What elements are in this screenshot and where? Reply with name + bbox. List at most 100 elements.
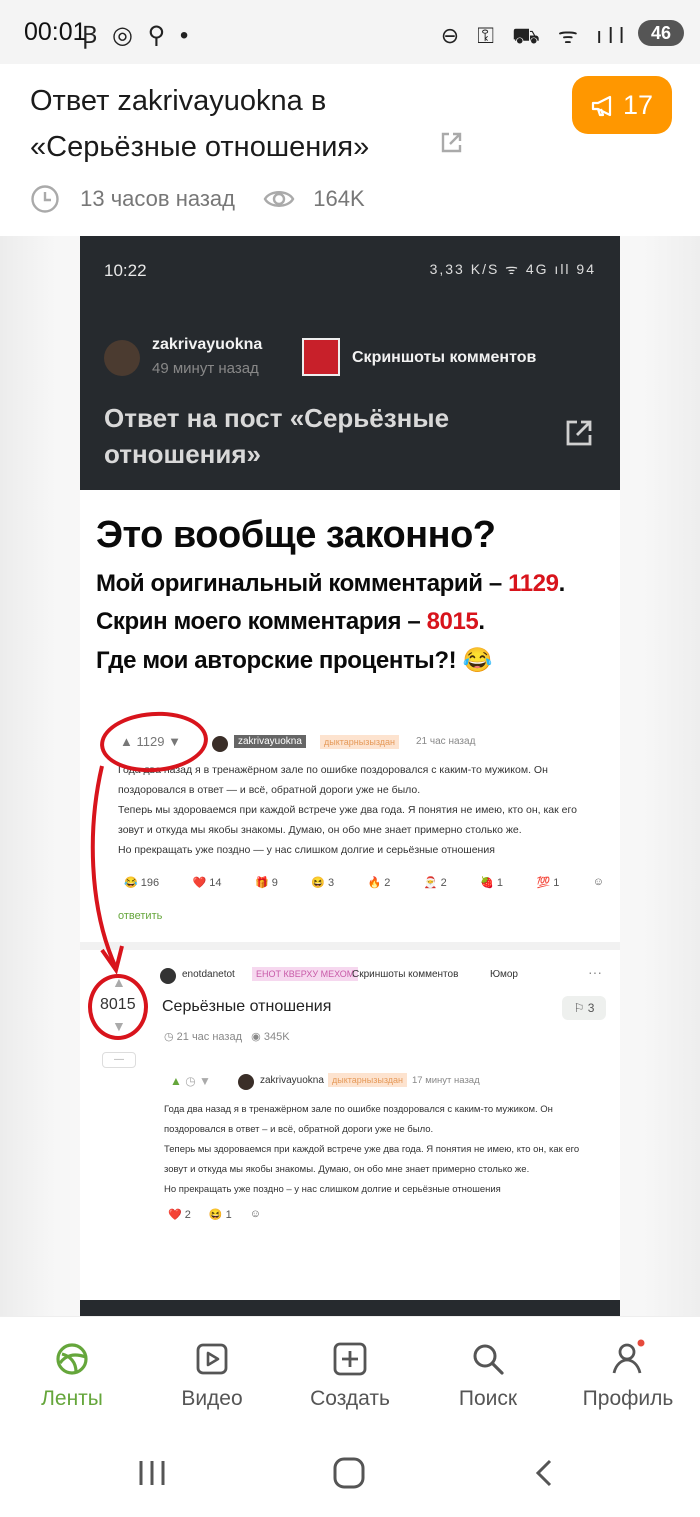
inner-line: Года два назад я в тренажёрном зале по о… <box>164 1104 553 1115</box>
search-icon <box>473 1344 504 1375</box>
video-icon <box>196 1343 228 1375</box>
create-icon <box>333 1342 367 1376</box>
screenshot-post: enotdanetot ЕНОТ КВЕРХУ МЕХОМ Скриншоты … <box>150 958 616 1298</box>
comment-line: Но прекращать уже поздно — у нас слишком… <box>118 844 495 856</box>
divider <box>80 942 620 950</box>
reaction: 🎁 9 <box>254 877 278 889</box>
reaction: 🎅 2 <box>423 877 447 889</box>
inner-text: Года два назад я в тренажёрном зале по о… <box>164 1100 614 1200</box>
post-meta: 13 часов назад 164K <box>30 184 365 214</box>
recent-apps-icon[interactable] <box>136 1458 168 1488</box>
nav-create[interactable]: Создать <box>280 1317 420 1429</box>
comment-reactions: 😂 196 ❤️ 14 🎁 9 😆 3 🔥 2 🎅 2 🍓 1 💯 1 ☺ <box>124 876 604 889</box>
inner-vote: ▲ ◷ ▼ <box>170 1074 211 1088</box>
external-link-icon <box>566 420 592 446</box>
comment-line: Теперь мы здороваемся при каждой встрече… <box>118 804 577 816</box>
screenshot-bottom <box>80 1300 620 1316</box>
comment-line: Года два назад я в тренажёрном зале по о… <box>118 764 548 776</box>
nav-feeds[interactable]: Ленты <box>2 1317 142 1429</box>
back-icon[interactable] <box>532 1458 556 1488</box>
system-icons: ⊖ ⚿ ⛟ ᯤ ıll <box>440 23 630 48</box>
author-avatar <box>104 340 140 376</box>
inner-tag: дыктарнызыздан <box>328 1073 407 1087</box>
meme-line-1: Мой оригинальный комментарий – 1129. <box>96 570 565 597</box>
post-content: 10:22 3,33 K/S ᯤ 4G ıll 94 zakrivayuokna… <box>0 236 700 1316</box>
system-navigation <box>0 1428 700 1517</box>
meme-line-2: Скрин моего комментария – 8015. <box>96 608 485 635</box>
comment-time: 21 час назад <box>416 736 476 747</box>
reaction: ❤️ 14 <box>192 877 222 889</box>
status-time: 00:01 <box>24 18 87 46</box>
post2-comments-count: 3 <box>587 1001 595 1015</box>
megaphone-icon <box>591 95 612 117</box>
nav-video[interactable]: Видео <box>142 1317 282 1429</box>
reaction: 🍓 1 <box>480 877 504 889</box>
nav-search[interactable]: Поиск <box>418 1317 558 1429</box>
reaction: 🔥 2 <box>367 877 391 889</box>
inner-line: Но прекращать уже поздно – у нас слишком… <box>164 1184 501 1195</box>
add-reaction-icon: ☺ <box>592 876 604 888</box>
comments-count: 17 <box>622 90 654 120</box>
screenshot-time: 10:22 <box>104 261 147 280</box>
reaction: 💯 1 <box>536 877 560 889</box>
inner-line: зовут и откуда мы якобы знакомы. Думаю, … <box>164 1164 530 1175</box>
nav-label: Профиль <box>582 1387 674 1410</box>
comment-avatar <box>212 736 228 752</box>
meme-line-2-text: Скрин моего комментария – <box>96 608 427 635</box>
comment-author: zakrivayuokna <box>234 735 306 748</box>
screenshot-community: Скриншоты комментов <box>352 349 537 366</box>
feed-icon <box>56 1343 88 1375</box>
meme-headline: Это вообще законно? <box>96 514 496 556</box>
eye-icon <box>263 191 295 207</box>
post-header: Ответ zakrivayuokna в «Серьёзные отношен… <box>0 64 700 236</box>
clock-icon <box>31 185 59 213</box>
inner-author: zakrivayuokna <box>260 1075 324 1086</box>
meme-text: Это вообще законно? Мой оригинальный ком… <box>80 490 620 700</box>
post2-avatar <box>160 968 176 984</box>
meme-number-1: 1129 <box>508 570 559 597</box>
post2-community-2: Юмор <box>490 969 518 980</box>
bottom-navigation: Ленты Видео Создать Поиск Профиль <box>0 1316 700 1428</box>
nav-label: Поиск <box>458 1387 518 1410</box>
post2-comments: ⚐ 3 <box>562 996 606 1020</box>
home-icon[interactable] <box>332 1456 366 1490</box>
nav-label: Создать <box>310 1387 390 1410</box>
post2-community-1: Скриншоты комментов <box>352 969 459 980</box>
reaction: 😆 1 <box>208 1209 232 1221</box>
community-avatar <box>302 338 340 376</box>
reaction: ❤️ 2 <box>168 1209 191 1221</box>
collapse-button: — <box>102 1052 136 1068</box>
screenshot-image: 10:22 3,33 K/S ᯤ 4G ıll 94 zakrivayuokna… <box>80 236 620 1316</box>
comment-tag: дыктарнызыздан <box>320 735 399 749</box>
comment-line: зовут и откуда мы якобы знакомы. Думаю, … <box>118 824 522 836</box>
post2-views: 345K <box>263 1031 290 1043</box>
nav-label: Ленты <box>41 1387 103 1410</box>
nav-profile[interactable]: Профиль <box>558 1317 698 1429</box>
notification-icons: Ꞵ ◎ ⚲ • <box>82 22 193 49</box>
external-link-icon[interactable] <box>438 130 464 156</box>
post2-title: Серьёзные отношения <box>162 998 332 1015</box>
screenshot-header: 10:22 3,33 K/S ᯤ 4G ıll 94 zakrivayuokna… <box>80 236 620 490</box>
profile-icon <box>612 1339 645 1374</box>
meme-number-2: 8015 <box>426 608 479 635</box>
post2-meta: ◷ 21 час назад ◉ 345K <box>164 1031 290 1043</box>
battery-indicator: 46 <box>638 20 684 46</box>
add-reaction-icon: ☺ <box>249 1208 261 1220</box>
post-time: 13 часов назад <box>80 186 235 211</box>
screenshot-status: 3,33 K/S ᯤ 4G ıll 94 <box>429 261 596 277</box>
post2-tag: ЕНОТ КВЕРХУ МЕХОМ <box>252 967 359 981</box>
nav-label: Видео <box>181 1387 243 1410</box>
comments-badge[interactable]: 17 <box>572 76 672 134</box>
screenshot-post-title: Ответ на пост «Серьёзные отношения» <box>104 403 450 469</box>
red-arrow <box>90 765 124 975</box>
more-icon: ··· <box>588 964 602 980</box>
comment-line: поздоровался в ответ — и всё, обратной д… <box>118 784 421 796</box>
post-views: 164K <box>313 186 365 211</box>
post-title: Ответ zakrivayuokna в «Серьёзные отношен… <box>30 85 370 163</box>
status-bar: 00:01 Ꞵ ◎ ⚲ • ⊖ ⚿ ⛟ ᯤ ıll 46 <box>0 0 700 64</box>
score-circle-annotation <box>88 974 148 1040</box>
inner-time: 17 минут назад <box>412 1075 480 1086</box>
inner-line: поздоровался в ответ – и всё, обратной д… <box>164 1124 434 1135</box>
inner-avatar <box>238 1074 254 1090</box>
post2-time: 21 час назад <box>176 1031 243 1043</box>
